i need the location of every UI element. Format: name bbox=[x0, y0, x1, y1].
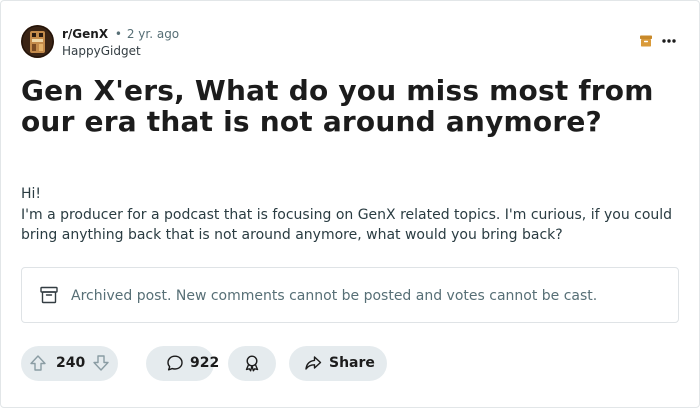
avatar-image bbox=[21, 25, 54, 58]
archived-notice: Archived post. New comments cannot be po… bbox=[21, 267, 679, 323]
post-body-paragraph: I'm a producer for a podcast that is foc… bbox=[21, 206, 673, 244]
post-body-greeting: Hi! bbox=[21, 186, 42, 202]
subreddit-avatar[interactable] bbox=[21, 25, 54, 58]
archive-box-outline-icon bbox=[40, 286, 58, 304]
share-arrow-icon bbox=[305, 356, 322, 370]
award-button[interactable] bbox=[228, 346, 276, 381]
speech-bubble-icon bbox=[167, 355, 183, 371]
post-timestamp[interactable]: 2 yr. ago bbox=[127, 27, 179, 41]
share-label: Share bbox=[329, 355, 375, 371]
subreddit-link[interactable]: r/GenX bbox=[62, 27, 108, 41]
comment-count: 922 bbox=[190, 355, 220, 371]
archive-box-icon bbox=[640, 35, 652, 47]
meta-separator: • bbox=[114, 27, 122, 41]
post-title[interactable]: Gen X'ers, What do you miss most from ou… bbox=[21, 75, 661, 137]
more-horizontal-icon[interactable] bbox=[661, 34, 677, 48]
award-icon bbox=[245, 355, 259, 372]
vote-bar: 240 bbox=[21, 346, 118, 381]
archived-notice-text: Archived post. New comments cannot be po… bbox=[71, 288, 598, 304]
arrow-up-icon[interactable] bbox=[29, 354, 47, 372]
comments-button[interactable]: 922 bbox=[146, 346, 219, 381]
vote-score: 240 bbox=[56, 355, 86, 371]
post-card: r/GenX • 2 yr. ago HappyGidget Gen X'ers… bbox=[0, 0, 700, 408]
share-button[interactable]: Share bbox=[289, 346, 387, 381]
post-body: Hi! I'm a producer for a podcast that is… bbox=[21, 184, 683, 246]
post-meta: r/GenX • 2 yr. ago HappyGidget bbox=[62, 26, 179, 59]
post-header: r/GenX • 2 yr. ago HappyGidget bbox=[21, 25, 679, 59]
arrow-down-icon[interactable] bbox=[92, 354, 110, 372]
author-link[interactable]: HappyGidget bbox=[62, 43, 179, 59]
